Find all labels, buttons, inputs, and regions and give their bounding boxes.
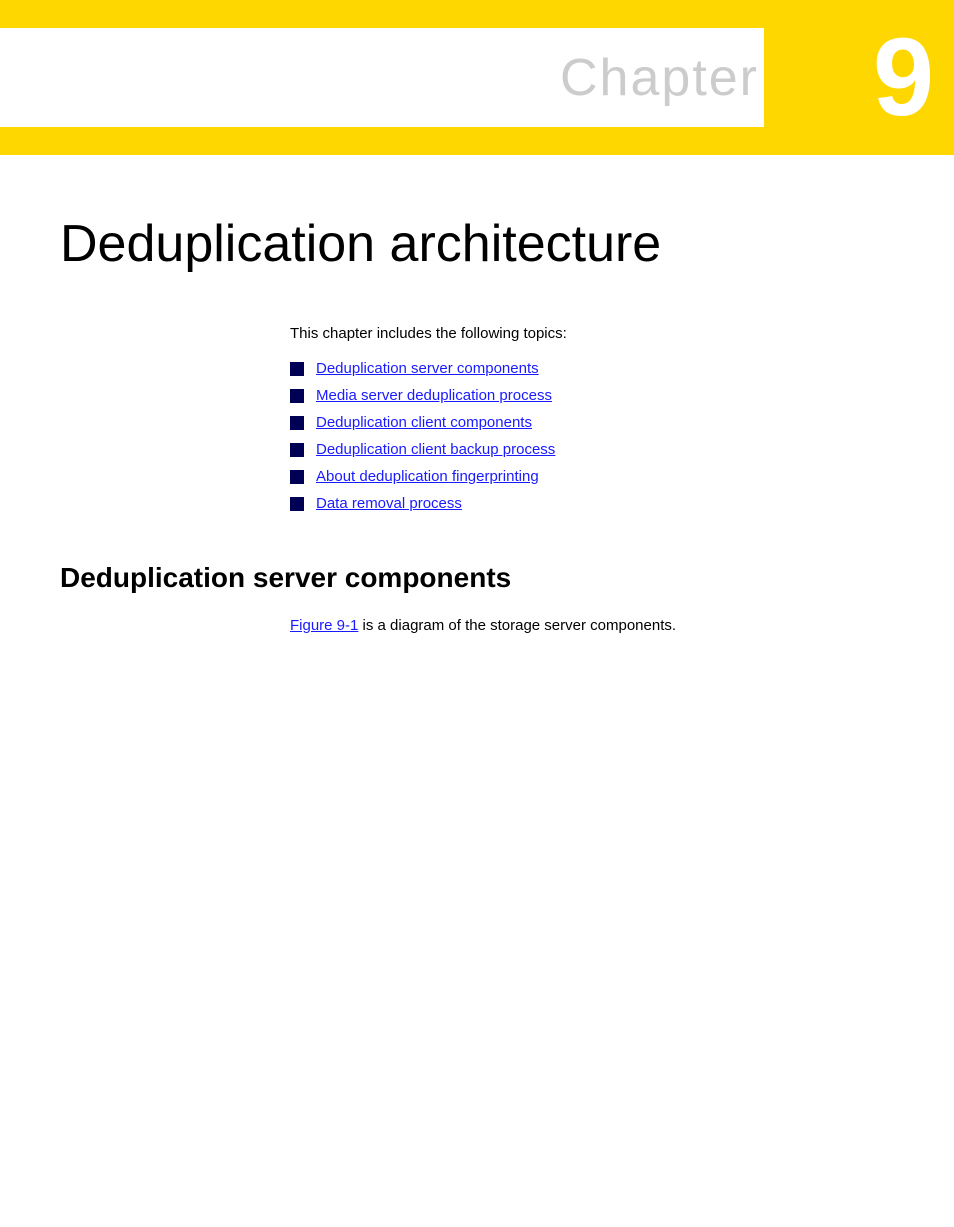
bullet-icon <box>290 443 304 457</box>
main-content: Deduplication architecture This chapter … <box>0 155 954 698</box>
section-content-dedup-server: Figure 9-1 is a diagram of the storage s… <box>290 614 894 638</box>
list-item: About deduplication fingerprinting <box>290 468 894 485</box>
list-item: Media server deduplication process <box>290 387 894 404</box>
bullet-icon <box>290 362 304 376</box>
page-title: Deduplication architecture <box>60 215 894 275</box>
toc-list: Deduplication server components Media se… <box>290 360 894 512</box>
bullet-icon <box>290 416 304 430</box>
toc-link-media-server[interactable]: Media server deduplication process <box>316 387 552 404</box>
toc-link-data-removal[interactable]: Data removal process <box>316 495 462 512</box>
section-body-suffix: is a diagram of the storage server compo… <box>358 617 676 634</box>
chapter-label: Chapter <box>560 48 759 108</box>
chapter-header: Chapter 9 <box>0 0 954 155</box>
list-item: Deduplication client components <box>290 414 894 431</box>
bullet-icon <box>290 497 304 511</box>
toc-link-dedup-server[interactable]: Deduplication server components <box>316 360 539 377</box>
figure-9-1-link[interactable]: Figure 9-1 <box>290 617 358 634</box>
chapter-number: 9 <box>873 23 934 133</box>
bullet-icon <box>290 470 304 484</box>
list-item: Deduplication server components <box>290 360 894 377</box>
section-heading-dedup-server: Deduplication server components <box>60 562 894 594</box>
list-item: Data removal process <box>290 495 894 512</box>
intro-text: This chapter includes the following topi… <box>290 325 894 342</box>
toc-link-fingerprinting[interactable]: About deduplication fingerprinting <box>316 468 539 485</box>
toc-link-client-backup[interactable]: Deduplication client backup process <box>316 441 555 458</box>
toc-link-dedup-client[interactable]: Deduplication client components <box>316 414 532 431</box>
list-item: Deduplication client backup process <box>290 441 894 458</box>
bullet-icon <box>290 389 304 403</box>
